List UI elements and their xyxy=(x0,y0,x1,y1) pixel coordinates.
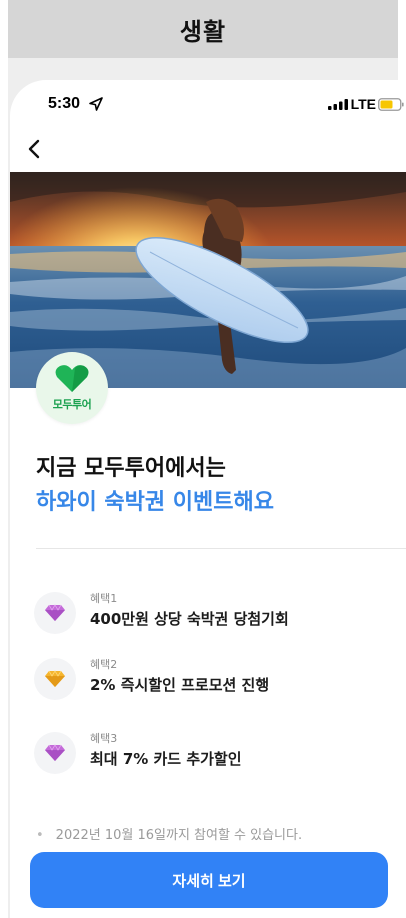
gem-badge xyxy=(34,658,76,700)
benefit-item: 혜택2 2% 즉시할인 프로모션 진행 xyxy=(34,658,394,704)
brand-logo: 모두투어 xyxy=(36,352,108,424)
network-type: LTE xyxy=(350,96,376,112)
headline-line1: 지금 모두투어에서는 xyxy=(36,456,226,481)
brand-logo-text: 모두투어 xyxy=(52,398,92,411)
notice-body: 2022년 10월 16일까지 참여할 수 있습니다. xyxy=(55,828,303,843)
bullet-dot: • xyxy=(36,828,44,843)
gem-icon xyxy=(45,744,65,761)
headline-line2: 하와이 숙박권 이벤트해요 xyxy=(36,490,274,515)
benefit-text: 2% 즉시할인 프로모션 진행 xyxy=(90,676,270,694)
benefit-item: 혜택1 400만원 상당 숙박권 당첨기회 xyxy=(34,592,394,638)
benefit-label: 혜택2 xyxy=(90,658,118,671)
heart-logo-icon xyxy=(55,365,89,392)
signal-icon xyxy=(328,99,348,110)
details-button[interactable]: 자세히 보기 xyxy=(30,852,388,908)
gem-badge xyxy=(34,732,76,774)
gem-badge xyxy=(34,592,76,634)
benefit-item: 혜택3 최대 7% 카드 추가할인 xyxy=(34,732,394,778)
divider xyxy=(36,548,406,549)
benefit-label: 혜택1 xyxy=(90,592,118,605)
section-title: 생활 xyxy=(179,17,227,46)
back-chevron-icon[interactable] xyxy=(24,138,46,160)
battery-icon xyxy=(378,98,404,111)
status-bar: 5:30 LTE xyxy=(10,80,406,130)
page-title: 지금 모두투어에서는 하와이 숙박권 이벤트해요 xyxy=(36,452,274,520)
status-time: 5:30 xyxy=(48,95,81,112)
section-banner: 생활 xyxy=(8,0,398,58)
location-arrow-icon xyxy=(89,97,103,111)
benefit-text: 400만원 상당 숙박권 당첨기회 xyxy=(90,610,289,628)
benefit-label: 혜택3 xyxy=(90,732,118,745)
gem-icon xyxy=(45,670,65,687)
benefit-text: 최대 7% 카드 추가할인 xyxy=(90,750,242,768)
gem-icon xyxy=(45,604,65,621)
notice-text: • 2022년 10월 16일까지 참여할 수 있습니다. xyxy=(36,824,302,843)
phone-screen: 5:30 LTE 모두투어 지금 모두투어에서는 하와이 숙박권 이벤트해요 혜… xyxy=(10,80,406,918)
